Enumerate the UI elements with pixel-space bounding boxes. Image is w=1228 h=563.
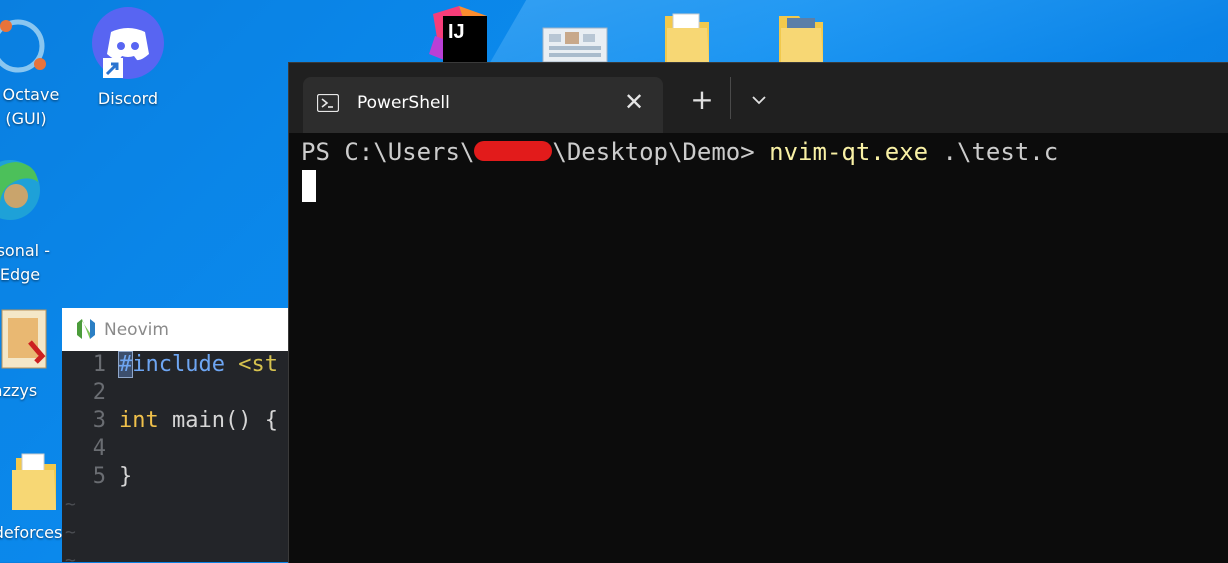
terminal-window[interactable]: PowerShell ✕ + PS C:\Users\ \Desktop\Demo…	[288, 62, 1228, 563]
document-icon	[1, 309, 47, 369]
desktop-icon-label: Edge	[0, 265, 41, 284]
octave-icon	[0, 19, 46, 73]
neovim-title: Neovim	[104, 320, 169, 340]
discord-icon	[92, 7, 164, 79]
desktop-icon-label: rsonal -	[0, 241, 50, 260]
empty-line-tilde: ~	[65, 522, 76, 543]
tab-powershell[interactable]: PowerShell ✕	[303, 77, 663, 133]
folder-icon	[665, 13, 709, 62]
desktop-icon-folder-1[interactable]	[660, 12, 712, 62]
code-line-3: int main() {	[119, 408, 278, 433]
prompt-line: PS C:\Users\ \Desktop\Demo> nvim-qt.exe .…	[301, 135, 1228, 169]
chevron-down-icon[interactable]	[744, 83, 774, 117]
empty-line-tilde: ~	[65, 550, 76, 562]
line-number: 2	[92, 380, 106, 405]
folder-icon	[12, 453, 56, 510]
desktop-icon-octave[interactable]: J Octave (GUI)	[0, 12, 76, 131]
code-include: include	[132, 352, 225, 377]
new-tab-button[interactable]: +	[685, 83, 719, 117]
prompt-prefix: PS C:\Users\	[301, 138, 475, 166]
code-line-1: #include <st	[117, 351, 278, 379]
command-arg: .\test.c	[942, 138, 1059, 166]
powershell-icon	[317, 94, 339, 112]
tab-divider	[730, 77, 731, 119]
desktop-icon-intellij[interactable]: IJ	[428, 6, 492, 62]
close-tab-button[interactable]: ✕	[621, 89, 647, 115]
redaction-mark	[474, 141, 553, 161]
line-number: 1	[92, 352, 106, 377]
neovim-titlebar[interactable]: Neovim	[62, 308, 288, 351]
desktop-icon-label: J Octave	[0, 85, 60, 104]
desktop-icon-photos[interactable]	[540, 26, 610, 63]
cursor-char: #	[117, 351, 134, 378]
desktop-icon-folder-2[interactable]	[774, 12, 826, 62]
desktop-icon-label: (GUI)	[5, 109, 47, 128]
intellij-logo-text: IJ	[448, 21, 465, 43]
empty-line-tilde: ~	[65, 494, 76, 515]
neovim-window[interactable]: Neovim 1 #include <st 2 3 int main() { 4…	[62, 308, 288, 562]
desktop-icon-label: Discord	[97, 89, 159, 108]
desktop-icon-discord[interactable]: Discord	[78, 6, 178, 111]
desktop-icon-label: azzys	[0, 381, 38, 400]
neovim-editor[interactable]: 1 #include <st 2 3 int main() { 4 5 } ~ …	[62, 351, 288, 562]
edge-icon	[0, 160, 40, 220]
prompt-suffix: \Desktop\Demo>	[552, 138, 755, 166]
tab-title: PowerShell	[357, 93, 450, 113]
code-keyword: int	[119, 408, 159, 433]
console-output[interactable]: PS C:\Users\ \Desktop\Demo> nvim-qt.exe .…	[301, 135, 1228, 563]
command-text: nvim-qt.exe	[769, 138, 929, 166]
image-thumbnail-icon	[542, 27, 608, 63]
desktop-icon-azzys[interactable]: azzys	[0, 306, 60, 403]
line-number: 3	[92, 408, 106, 433]
neovim-logo-icon	[77, 319, 95, 339]
line-number: 5	[92, 464, 106, 489]
code-include-target: <st	[238, 352, 278, 377]
desktop-icon-edge[interactable]: rsonal - Edge	[0, 152, 70, 287]
tab-bar: PowerShell ✕ +	[289, 63, 1228, 133]
folder-icon	[779, 16, 823, 62]
code-line-5: }	[119, 464, 133, 489]
terminal-cursor	[302, 170, 316, 202]
line-number: 4	[92, 436, 106, 461]
